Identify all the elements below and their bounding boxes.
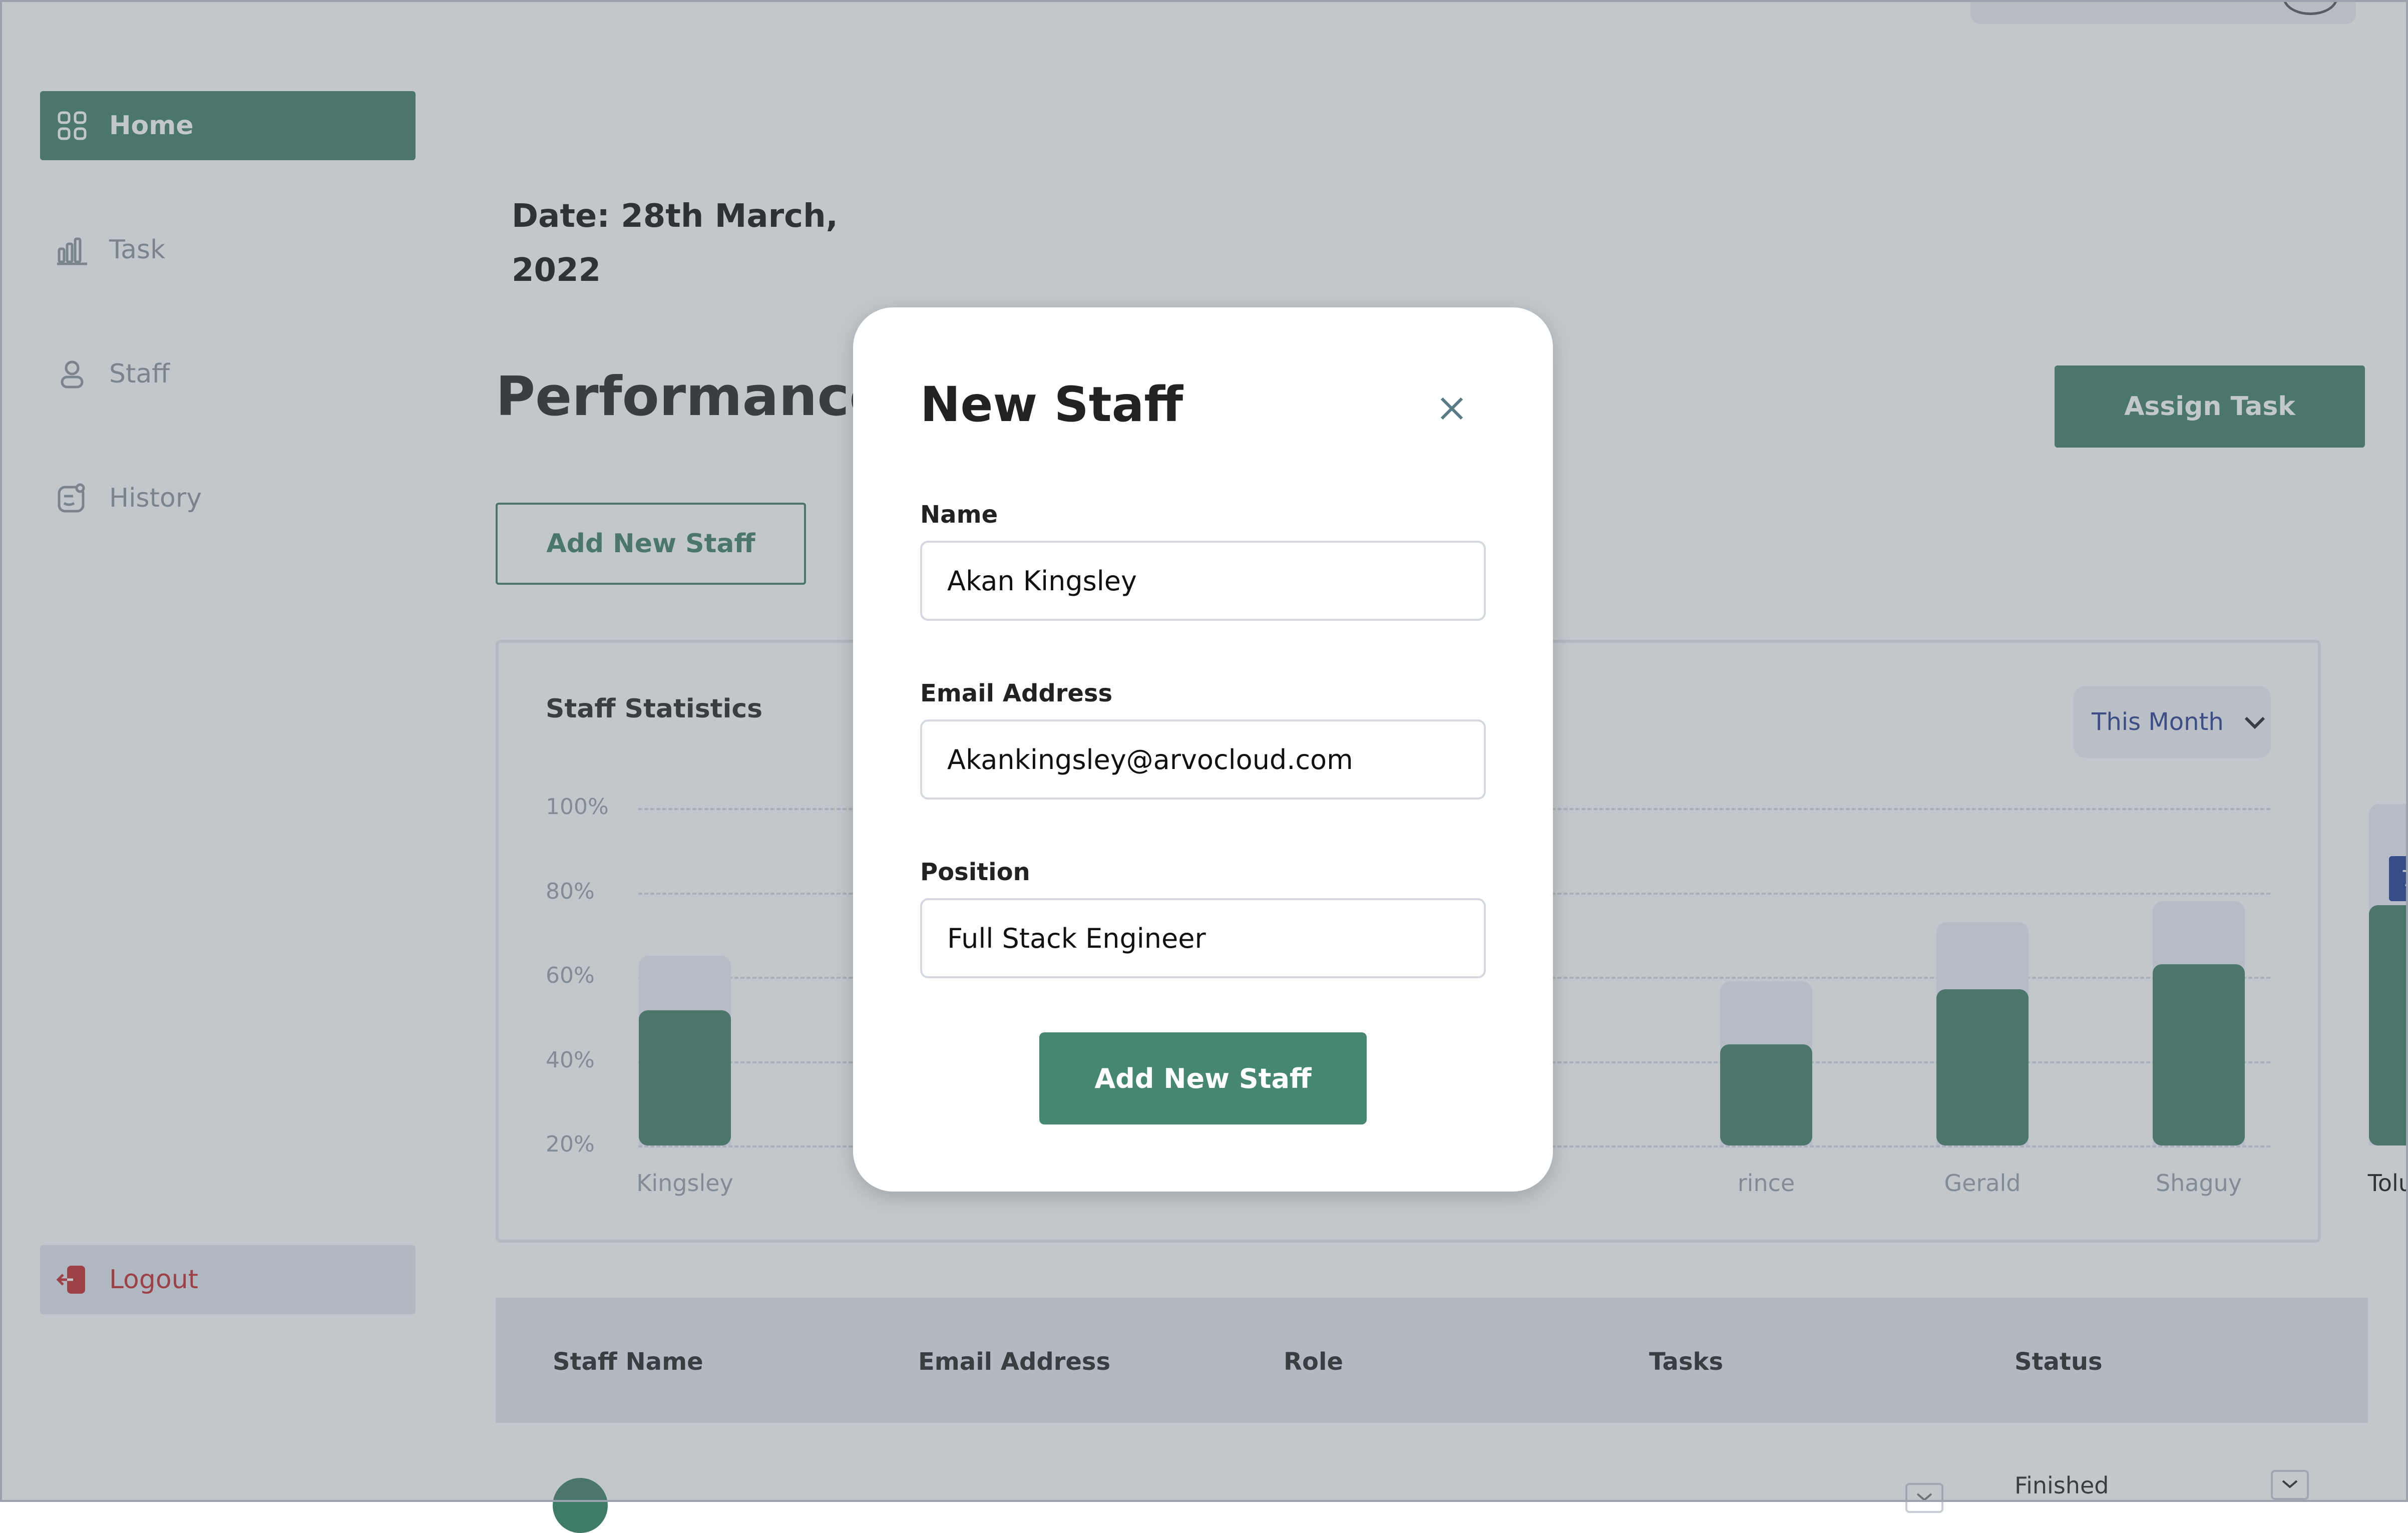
position-field[interactable] (920, 898, 1486, 978)
modal-title: New Staff (920, 376, 1183, 433)
position-label: Position (920, 858, 1030, 886)
email-field[interactable] (920, 719, 1486, 800)
name-field[interactable] (920, 541, 1486, 621)
email-label: Email Address (920, 679, 1113, 707)
app-root: Home Task Staff History Logout Date: 28t… (0, 0, 2408, 1533)
name-label: Name (920, 501, 998, 529)
close-icon (1439, 396, 1465, 424)
close-button[interactable] (1434, 392, 1470, 428)
add-new-staff-submit-button[interactable]: Add New Staff (1039, 1032, 1367, 1124)
